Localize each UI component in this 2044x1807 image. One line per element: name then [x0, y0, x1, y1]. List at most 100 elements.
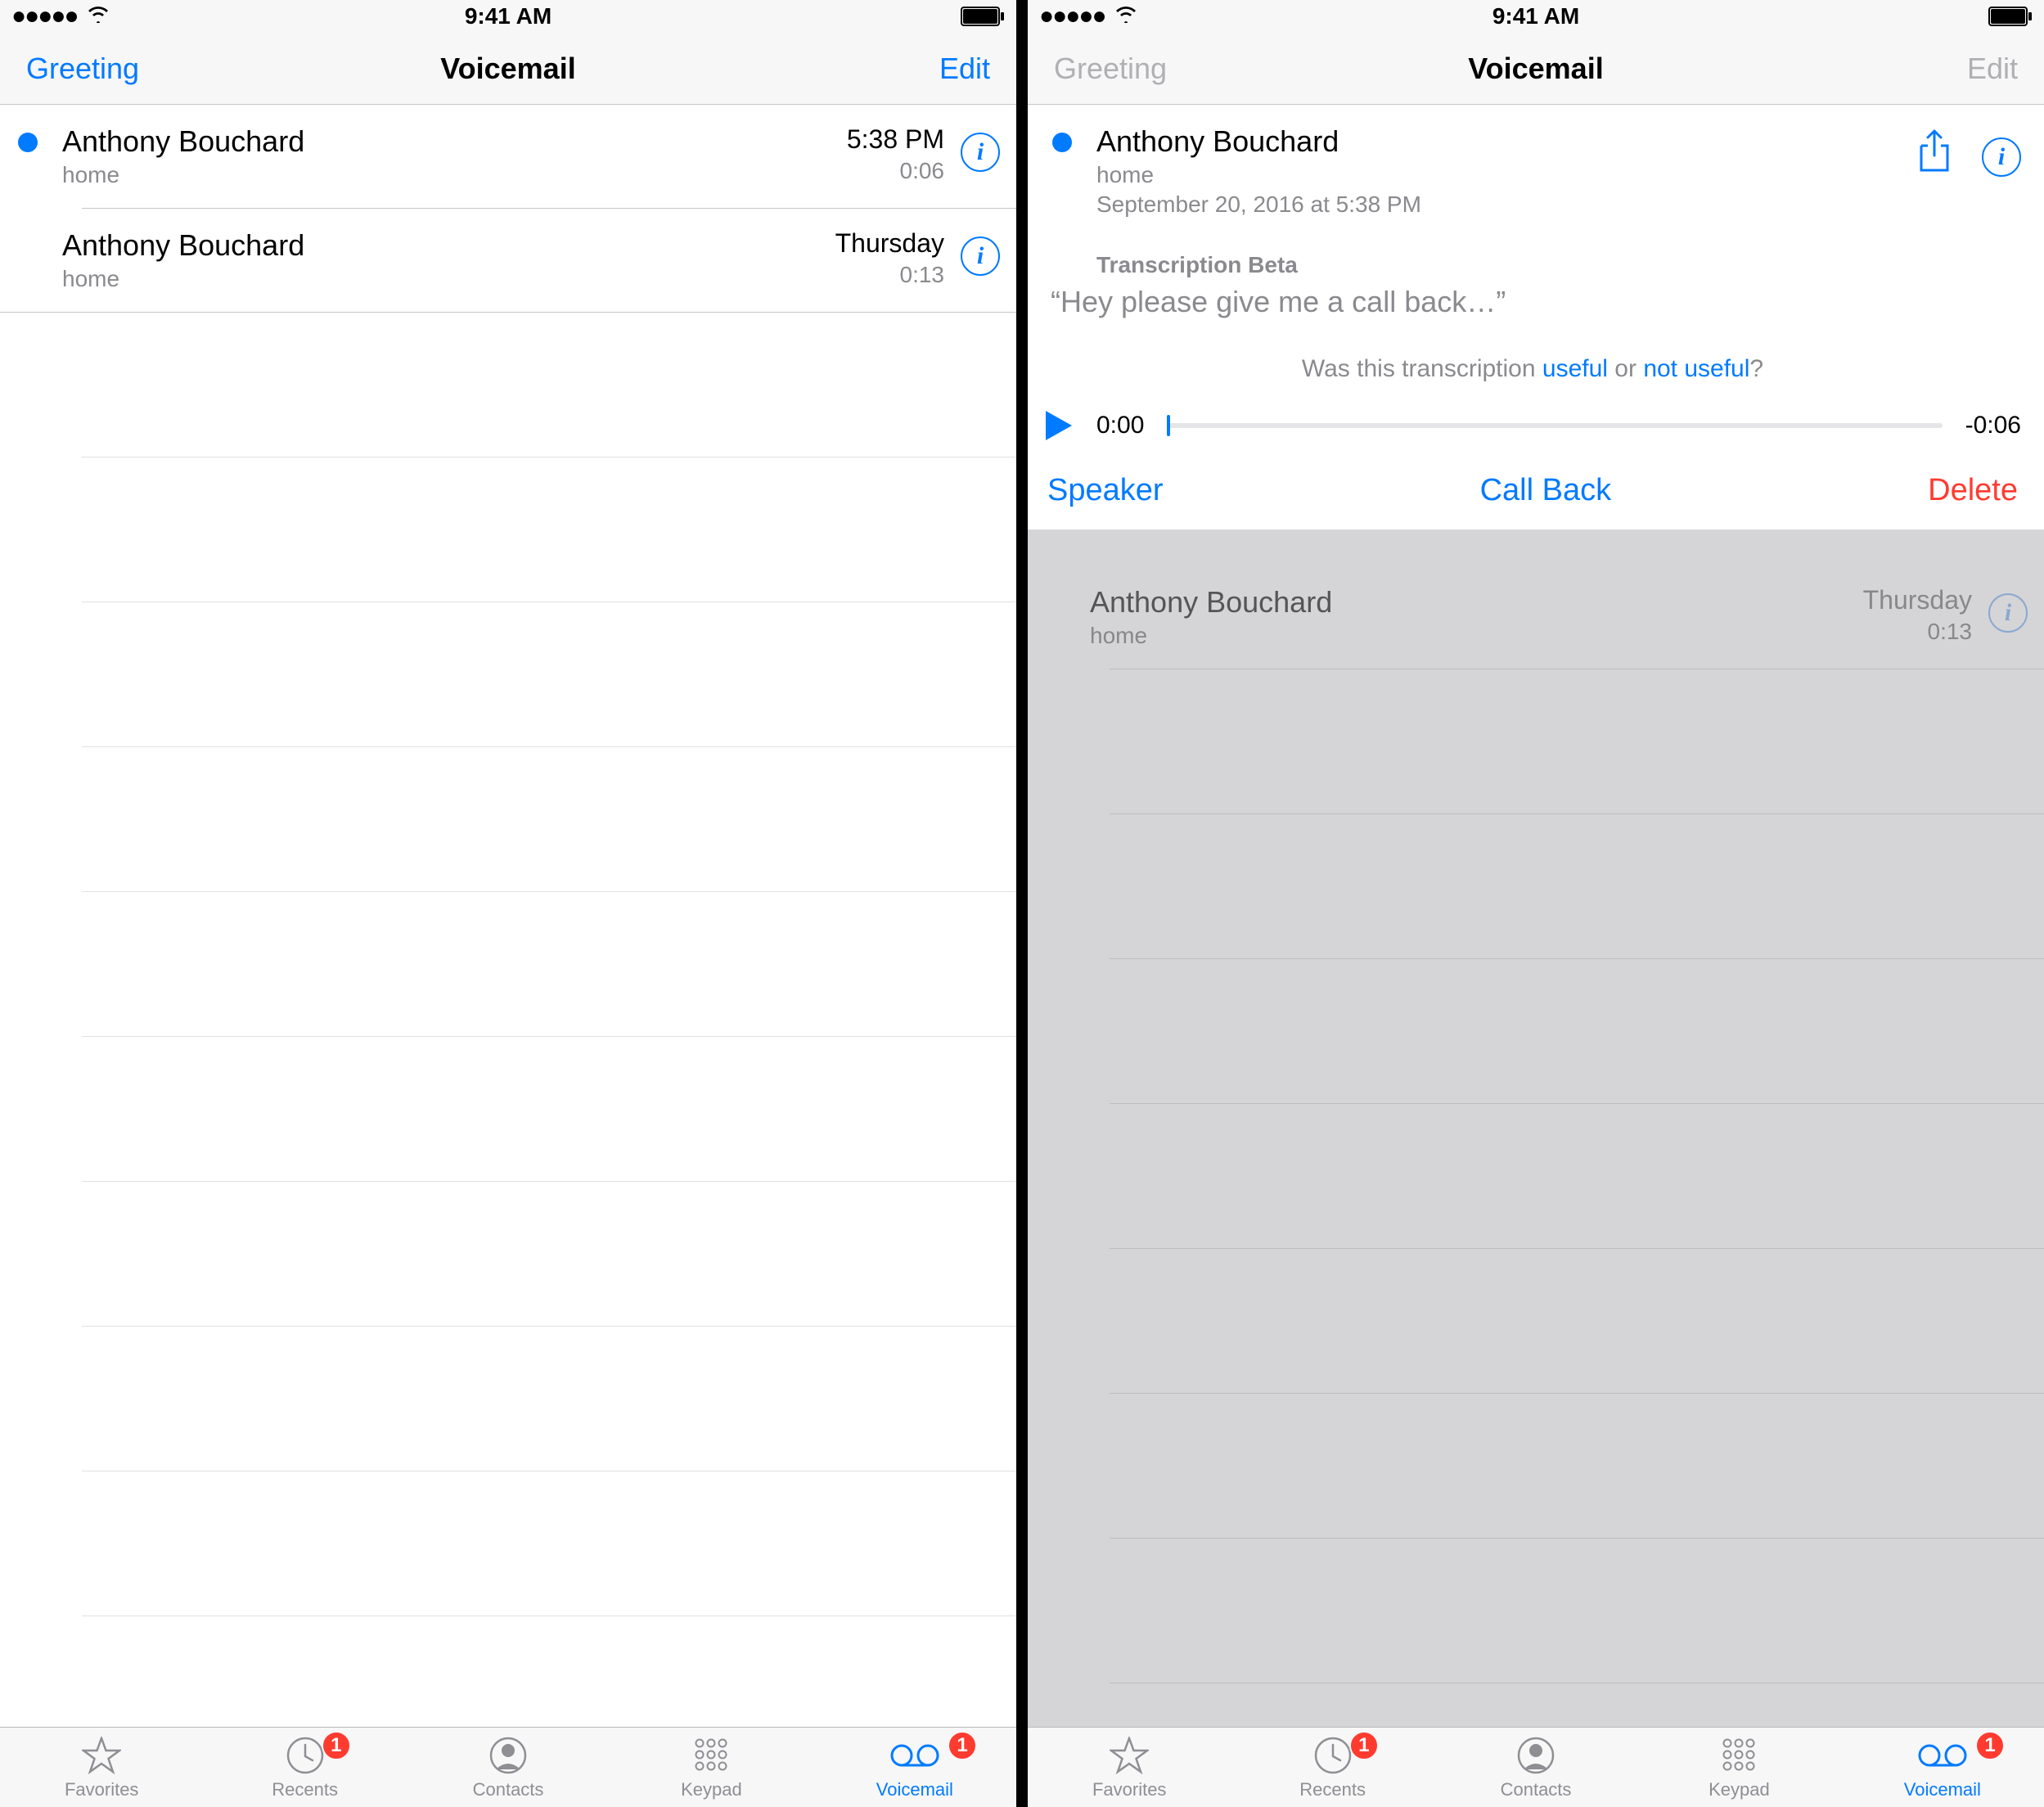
tab-contacts[interactable]: Contacts: [407, 1728, 610, 1807]
transcription-feedback: Was this transcription useful or not use…: [1044, 355, 2021, 383]
share-button[interactable]: [1916, 129, 1952, 173]
tab-recents[interactable]: 1 Recents: [203, 1728, 406, 1807]
empty-row: [82, 1471, 1016, 1616]
row-separator: [1110, 958, 2044, 959]
tab-favorites[interactable]: Favorites: [0, 1728, 203, 1807]
tab-label: Favorites: [65, 1779, 138, 1800]
voicemail-phone-label: home: [1090, 623, 1863, 649]
battery-icon: [961, 7, 1005, 26]
tab-label: Keypad: [1709, 1779, 1770, 1800]
clock-icon: [1314, 1735, 1352, 1776]
expanded-caller-name: Anthony Bouchard: [1096, 124, 1916, 159]
scrubber[interactable]: [1167, 423, 1942, 428]
row-separator: [1110, 813, 2044, 814]
scrubber-thumb[interactable]: [1167, 415, 1170, 436]
info-button[interactable]: i: [961, 237, 1000, 276]
empty-row: [82, 1182, 1016, 1327]
feedback-suffix: ?: [1749, 355, 1763, 382]
recents-badge: 1: [1349, 1731, 1379, 1760]
speaker-button[interactable]: Speaker: [1047, 473, 1164, 508]
row-separator: [1110, 1103, 2044, 1104]
feedback-useful-link[interactable]: useful: [1542, 355, 1608, 382]
greeting-button-disabled: Greeting: [1054, 52, 1267, 86]
tab-favorites[interactable]: Favorites: [1028, 1728, 1231, 1807]
contact-icon: [1517, 1735, 1555, 1776]
tab-keypad[interactable]: Keypad: [1637, 1728, 1840, 1807]
edit-button[interactable]: Edit: [777, 52, 990, 86]
feedback-prefix: Was this transcription: [1302, 355, 1542, 382]
feedback-not-useful-link[interactable]: not useful: [1643, 355, 1749, 382]
nav-title: Voicemail: [1468, 52, 1603, 86]
tab-keypad[interactable]: Keypad: [610, 1728, 813, 1807]
row-separator: [1110, 1248, 2044, 1249]
tab-contacts[interactable]: Contacts: [1434, 1728, 1637, 1807]
unread-dot-icon: [18, 133, 38, 152]
tab-bar: Favorites 1 Recents Contacts Keypad: [1028, 1727, 2044, 1807]
empty-row: [82, 892, 1016, 1037]
voicemail-caller-name: Anthony Bouchard: [62, 228, 835, 263]
call-back-button[interactable]: Call Back: [1480, 473, 1612, 508]
tab-label: Voicemail: [876, 1779, 953, 1800]
status-bar: ●●●●● 9:41 AM: [1028, 0, 2044, 33]
star-icon: [82, 1735, 121, 1776]
battery-icon: [1988, 7, 2033, 26]
tab-label: Contacts: [473, 1779, 544, 1800]
voicemail-phone-label: home: [62, 162, 847, 188]
info-button[interactable]: i: [961, 133, 1000, 172]
info-button[interactable]: i: [1982, 137, 2021, 177]
empty-row: [82, 1616, 1016, 1727]
empty-row: [82, 602, 1016, 747]
tab-label: Keypad: [681, 1779, 742, 1800]
nav-title: Voicemail: [440, 52, 575, 86]
play-button[interactable]: [1044, 409, 1074, 442]
tab-voicemail[interactable]: 1 Voicemail: [813, 1728, 1016, 1807]
voicemail-list[interactable]: Anthony Bouchard home 5:38 PM 0:06 i Ant…: [0, 105, 1016, 1727]
screen-voicemail-expanded: ●●●●● 9:41 AM Greeting Voicemail Edit An…: [1028, 0, 2044, 1807]
status-time: 9:41 AM: [1492, 3, 1579, 29]
voicemail-time: Thursday: [835, 228, 944, 259]
voicemail-duration: 0:13: [835, 262, 944, 288]
tab-recents[interactable]: 1 Recents: [1231, 1728, 1434, 1807]
wifi-icon: [1114, 5, 1138, 29]
voicemail-row[interactable]: Anthony Bouchard home 5:38 PM 0:06 i: [0, 105, 1016, 208]
transcription-beta-label: Transcription Beta: [1096, 252, 2021, 278]
voicemail-badge: 1: [1975, 1731, 2005, 1760]
voicemail-icon: [1917, 1735, 1968, 1776]
greeting-button[interactable]: Greeting: [26, 52, 239, 86]
status-time: 9:41 AM: [465, 3, 552, 29]
delete-button[interactable]: Delete: [1928, 473, 2018, 508]
contact-icon: [489, 1735, 527, 1776]
clock-icon: [286, 1735, 324, 1776]
voicemail-caller-name: Anthony Bouchard: [1090, 585, 1863, 620]
voicemail-time: Thursday: [1863, 585, 1972, 615]
tab-bar: Favorites 1 Recents Contacts Keypad: [0, 1727, 1016, 1807]
empty-row: [82, 1037, 1016, 1182]
feedback-or: or: [1608, 355, 1643, 382]
keypad-icon: [693, 1735, 729, 1776]
voicemail-duration: 0:06: [847, 158, 944, 184]
expanded-date: September 20, 2016 at 5:38 PM: [1096, 192, 1916, 218]
nav-bar: Greeting Voicemail Edit: [1028, 33, 2044, 105]
voicemail-phone-label: home: [62, 266, 835, 292]
nav-bar: Greeting Voicemail Edit: [0, 33, 1016, 105]
unread-dot-icon: [1052, 133, 1072, 152]
tab-label: Favorites: [1092, 1779, 1166, 1800]
wifi-icon: [86, 5, 110, 29]
empty-row: [82, 747, 1016, 892]
voicemail-time: 5:38 PM: [847, 124, 944, 155]
empty-row: [82, 313, 1016, 457]
info-button[interactable]: i: [1988, 593, 2028, 633]
voicemail-row[interactable]: Anthony Bouchard home Thursday 0:13 i: [0, 209, 1016, 312]
voicemail-badge: 1: [948, 1731, 977, 1760]
tab-label: Contacts: [1501, 1779, 1572, 1800]
expanded-phone-label: home: [1096, 162, 1916, 188]
empty-row: [82, 457, 1016, 602]
elapsed-time: 0:00: [1096, 412, 1144, 439]
tab-voicemail[interactable]: 1 Voicemail: [1841, 1728, 2044, 1807]
voicemail-row-dimmed[interactable]: Anthony Bouchard home Thursday 0:13 i: [1028, 566, 2044, 669]
row-separator: [1110, 1538, 2044, 1539]
remaining-time: -0:06: [1965, 412, 2021, 439]
audio-player: 0:00 -0:06: [1044, 409, 2021, 442]
tab-label: Voicemail: [1904, 1779, 1981, 1800]
status-bar: ●●●●● 9:41 AM: [0, 0, 1016, 33]
